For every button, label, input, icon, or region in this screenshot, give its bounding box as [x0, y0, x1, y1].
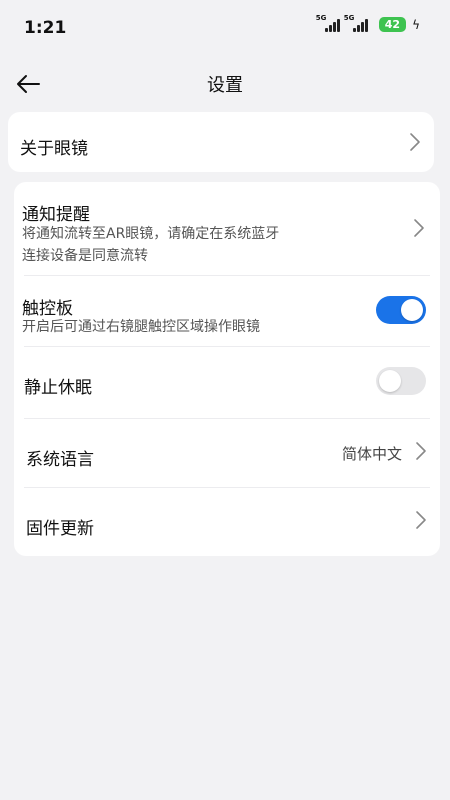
no-sleep-title: 静止休眠 — [24, 378, 92, 398]
touchpad-item: 触控板 开启后可通过右镜腿触控区域操作眼镜 — [14, 276, 440, 346]
network-type-label: 5G — [315, 14, 327, 22]
language-value: 简体中文 — [341, 445, 402, 463]
notification-item[interactable]: 通知提醒 将通知流转至AR眼镜，请确定在系统蓝牙 连接设备是同意流转 — [14, 182, 440, 272]
charging-icon: ϟ — [412, 18, 420, 32]
no-sleep-toggle[interactable] — [376, 367, 426, 395]
status-icons: 5G 5G 42 ϟ — [315, 14, 420, 32]
firmware-update-title: 固件更新 — [26, 519, 94, 539]
signal-icon: 5G — [343, 14, 368, 32]
status-time: 1:21 — [24, 18, 67, 38]
language-item[interactable]: 系统语言 简体中文 — [14, 419, 440, 487]
signal-icon: 5G — [315, 14, 340, 32]
chevron-right-icon — [416, 442, 426, 460]
firmware-update-item[interactable]: 固件更新 — [14, 488, 440, 556]
battery-icon: 42 — [378, 17, 407, 32]
chevron-right-icon — [416, 511, 426, 529]
chevron-right-icon — [410, 133, 420, 151]
no-sleep-item: 静止休眠 — [14, 347, 440, 417]
touchpad-subtitle: 开启后可通过右镜腿触控区域操作眼镜 — [22, 319, 260, 335]
about-glasses-label: 关于眼镜 — [20, 139, 88, 159]
about-card: 关于眼镜 — [8, 112, 434, 172]
language-title: 系统语言 — [26, 450, 94, 470]
notification-title: 通知提醒 — [22, 205, 90, 225]
toggle-knob — [379, 370, 401, 392]
chevron-right-icon — [414, 219, 424, 237]
status-bar: 1:21 5G 5G 42 ϟ — [0, 0, 450, 50]
notification-subtitle-line1: 将通知流转至AR眼镜，请确定在系统蓝牙 — [22, 226, 280, 242]
touchpad-toggle[interactable] — [376, 296, 426, 324]
nav-header: 设置 — [0, 62, 450, 106]
settings-card: 通知提醒 将通知流转至AR眼镜，请确定在系统蓝牙 连接设备是同意流转 触控板 开… — [14, 182, 440, 556]
notification-subtitle-line2: 连接设备是同意流转 — [22, 248, 148, 264]
about-glasses-item[interactable]: 关于眼镜 — [8, 112, 434, 172]
page-title: 设置 — [207, 75, 243, 96]
network-type-label: 5G — [343, 14, 355, 22]
toggle-knob — [401, 299, 423, 321]
